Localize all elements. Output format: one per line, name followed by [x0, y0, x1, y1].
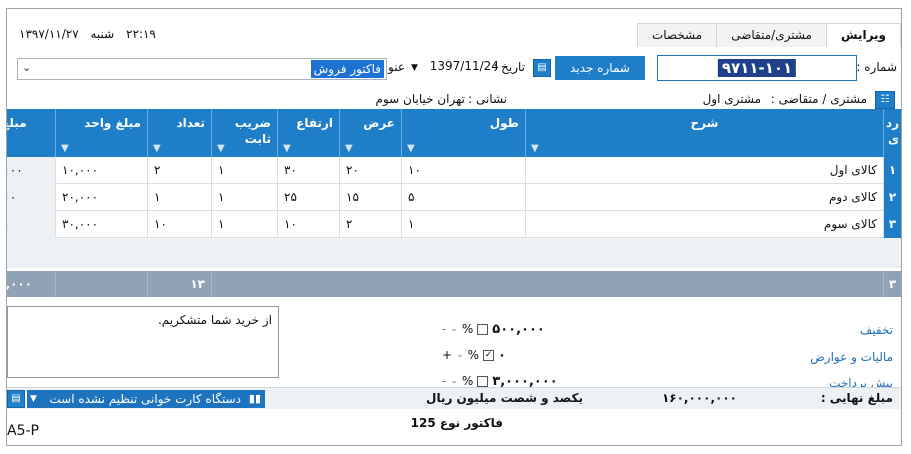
final-amount-words: یکصد و شصت میلیون ریال	[426, 391, 583, 405]
grid-header: رد ی شرح ▼ طول ▼ عرض ▼ ارتفاع ▼ ضریب ثابت ▼ ت…	[7, 109, 901, 157]
tax-percent-checkbox[interactable]: ✓	[483, 349, 495, 361]
col-height[interactable]: ارتفاع ▼	[277, 109, 339, 157]
chevron-down-icon[interactable]: ⌄	[456, 350, 464, 360]
filter-icon[interactable]: ▼	[61, 143, 69, 154]
grid-totals-row: ۳ ۱۳ ۱۶۳,۵۰۰,۰۰۰	[7, 271, 901, 297]
plus-sign[interactable]: +	[442, 348, 452, 362]
chevron-down-icon[interactable]: ⌄	[22, 61, 31, 74]
filter-icon[interactable]: ▼	[283, 143, 291, 154]
invoice-window: ۲۲:۱۹ شنبه ۱۳۹۷/۱۱/۲۷ ویرایش مشتری/متقاض…	[6, 8, 902, 446]
tab-bar: ویرایش مشتری/متقاضی مشخصات	[636, 23, 901, 47]
minus-sign[interactable]: -	[442, 374, 446, 388]
title-value: فاکتور فروش	[310, 60, 384, 78]
customer-value: مشتری اول	[702, 92, 761, 106]
grid-empty-area[interactable]	[7, 238, 901, 268]
tax-row: + ⌄ % ✓ ۰	[442, 345, 506, 365]
table-row[interactable]: ۲ کالای دوم ۵ ۱۵ ۲۵ ۱ ۱ ۲۰,۰۰۰ ۳۷,۵۰۰,۰۰…	[7, 184, 901, 211]
filter-icon[interactable]: ▼	[407, 143, 415, 154]
discount-amount[interactable]: ۵۰۰,۰۰۰	[492, 322, 545, 337]
totals-sum: ۱۶۳,۵۰۰,۰۰۰	[7, 277, 33, 291]
items-grid: رد ی شرح ▼ طول ▼ عرض ▼ ارتفاع ▼ ضریب ثابت ▼ ت…	[7, 109, 901, 297]
date-field[interactable]: ▼ 1397/11/24	[411, 59, 511, 73]
calculator-icon[interactable]: ▤	[533, 59, 551, 77]
percent-sign: %	[461, 322, 474, 336]
title-select[interactable]: فاکتور فروش ⌄	[17, 58, 387, 80]
percent-sign: %	[461, 374, 474, 388]
table-row[interactable]: ۱ کالای اول ۱۰ ۲۰ ۳۰ ۱ ۲ ۱۰,۰۰۰ ۱۲۰,۰۰۰,…	[7, 157, 901, 184]
discount-label[interactable]: تخفیف	[860, 323, 893, 337]
col-description[interactable]: شرح ▼	[525, 109, 883, 157]
tab-edit[interactable]: ویرایش	[825, 23, 901, 47]
settings-icon[interactable]: ▤	[7, 390, 25, 408]
totals-qty: ۱۳	[147, 271, 211, 297]
discount-row: - ⌄ % ۵۰۰,۰۰۰	[442, 319, 545, 339]
totals-count: ۳	[883, 271, 901, 297]
discount-percent-checkbox[interactable]	[477, 323, 489, 335]
status-row: مبلغ نهایی : ۱۶۰,۰۰۰,۰۰۰ یکصد و شصت میلی…	[7, 387, 901, 409]
new-number-button[interactable]: شماره جدید	[555, 56, 645, 80]
address-label: نشانی :	[468, 92, 507, 106]
col-total[interactable]: مبلغ کل▼	[7, 109, 55, 157]
minus-sign[interactable]: -	[442, 322, 446, 336]
col-width[interactable]: عرض ▼	[339, 109, 401, 157]
card-reader-text: دستگاه کارت خوانی تنظیم نشده است	[49, 392, 241, 406]
footer: فاکتور نوع 125 A5-P	[7, 411, 901, 445]
final-amount-label: مبلغ نهایی :	[820, 391, 893, 405]
invoice-number-field[interactable]: ۹۷۱۱-۱۰۱	[657, 55, 857, 81]
note-textarea[interactable]: از خرید شما متشکریم.	[7, 306, 279, 378]
final-amount-value: ۱۶۰,۰۰۰,۰۰۰	[661, 391, 737, 405]
chevron-down-icon[interactable]: ▼	[30, 390, 37, 408]
tab-details[interactable]: مشخصات	[636, 23, 718, 47]
invoice-number-value: ۹۷۱۱-۱۰۱	[717, 59, 797, 77]
number-label: شماره :	[856, 60, 897, 74]
customer-row: ☷ مشتری / متقاضی : مشتری اول نشانی : تهر…	[7, 89, 901, 111]
invoice-type-text: فاکتور نوع 125	[410, 416, 503, 430]
table-row[interactable]: ۳ کالای سوم ۱ ۲ ۱۰ ۱ ۱۰ ۳۰,۰۰۰ ۶,۰۰۰,۰۰۰	[7, 211, 901, 238]
datetime: ۲۲:۱۹ شنبه ۱۳۹۷/۱۱/۲۷	[19, 27, 164, 41]
card-reader-icon: ▮▮	[248, 392, 261, 405]
percent-sign: %	[467, 348, 480, 362]
tax-label[interactable]: مالیات و عوارض	[810, 350, 893, 364]
users-icon[interactable]: ☷	[875, 91, 895, 109]
prepay-percent-checkbox[interactable]	[477, 375, 489, 387]
filter-icon[interactable]: ▼	[531, 143, 539, 154]
customer-label: مشتری / متقاضی :	[770, 92, 867, 106]
chevron-down-icon[interactable]: ⌄	[450, 376, 458, 386]
col-row-no[interactable]: رد ی	[883, 109, 901, 157]
chevron-down-icon[interactable]: ▼	[411, 63, 418, 73]
col-quantity[interactable]: تعداد ▼	[147, 109, 211, 157]
time-text: ۲۲:۱۹	[126, 27, 156, 41]
card-reader-select[interactable]: دستگاه کارت خوانی تنظیم نشده است ▼ ▮▮	[27, 390, 265, 408]
filter-icon[interactable]: ▼	[345, 143, 353, 154]
date-text: ۱۳۹۷/۱۱/۲۷	[19, 27, 79, 41]
paper-size-text[interactable]: A5-P	[7, 423, 39, 439]
filter-icon[interactable]: ▼	[217, 143, 225, 154]
totals-spacer	[211, 271, 883, 297]
filter-icon[interactable]: ▼	[153, 143, 161, 154]
totals-unit	[55, 271, 147, 297]
tab-customer[interactable]: مشتری/متقاضی	[716, 23, 827, 47]
chevron-down-icon[interactable]: ⌄	[450, 324, 458, 334]
tax-amount[interactable]: ۰	[498, 348, 506, 363]
col-length[interactable]: طول ▼	[401, 109, 525, 157]
weekday-text: شنبه	[90, 27, 115, 41]
bottom-panel: تخفیف مالیات و عوارض پیش پرداخت - ⌄ % ۵۰…	[7, 297, 901, 397]
col-unit-price[interactable]: مبلغ واحد ▼	[55, 109, 147, 157]
address-value: تهران خیابان سوم	[375, 92, 465, 106]
col-coefficient[interactable]: ضریب ثابت ▼	[211, 109, 277, 157]
date-value: 1397/11/24	[429, 59, 499, 73]
header-form-row: شماره : ۹۷۱۱-۱۰۱ شماره جدید ▤ تاریخ : ▼ …	[7, 55, 901, 83]
